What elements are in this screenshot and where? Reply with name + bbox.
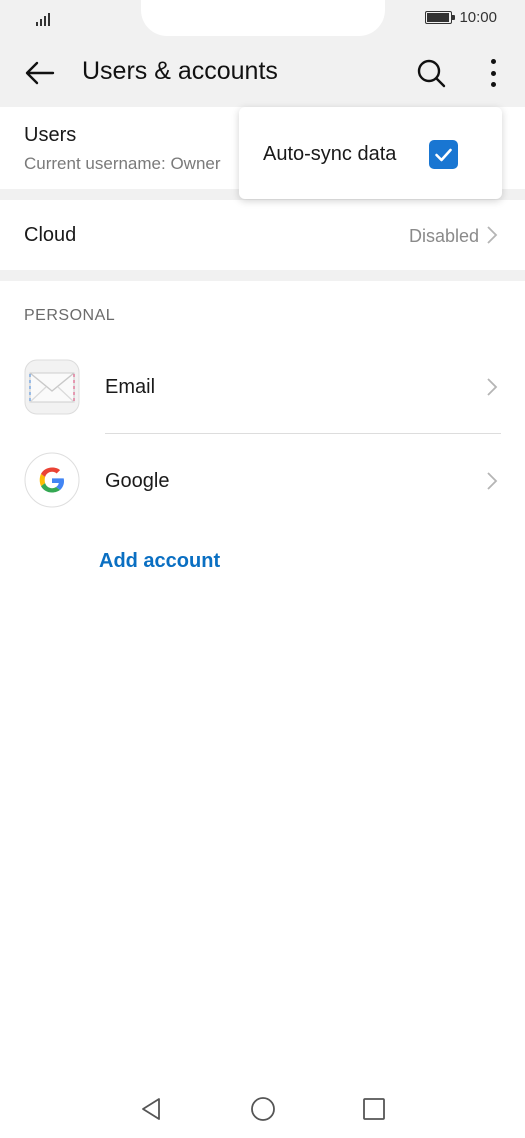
email-envelope-icon <box>24 359 80 415</box>
section-divider <box>0 270 525 281</box>
arrow-back-icon <box>25 61 55 85</box>
back-button[interactable] <box>22 55 58 91</box>
account-name-google: Google <box>105 470 170 492</box>
app-bar: Users & accounts <box>0 37 525 107</box>
nav-recents-button[interactable] <box>359 1094 389 1124</box>
nav-home-button[interactable] <box>248 1094 278 1124</box>
overflow-menu: Auto-sync data <box>239 107 502 199</box>
google-g-icon <box>24 452 80 508</box>
status-right: 10:00 <box>425 9 497 26</box>
search-button[interactable] <box>414 56 448 90</box>
nav-home-icon <box>251 1097 275 1121</box>
account-name-email: Email <box>105 376 156 398</box>
more-vert-icon <box>490 59 496 64</box>
screen-notch <box>141 0 385 36</box>
nav-back-button[interactable] <box>137 1094 167 1124</box>
users-subtitle: Current username: Owner <box>24 154 221 173</box>
add-account-button[interactable]: Add account <box>99 550 220 573</box>
account-row-google[interactable]: Google <box>0 434 525 526</box>
search-icon <box>417 59 446 88</box>
cloud-row[interactable]: Cloud Disabled <box>0 200 525 270</box>
status-time: 10:00 <box>459 9 497 26</box>
account-row-email[interactable]: Email <box>0 341 525 433</box>
auto-sync-label[interactable]: Auto-sync data <box>263 143 396 166</box>
status-bar: 10:00 <box>0 0 525 37</box>
cloud-label: Cloud <box>24 224 77 246</box>
users-label: Users <box>24 124 77 146</box>
battery-icon <box>425 11 456 24</box>
more-options-button[interactable] <box>480 55 506 91</box>
cloud-status: Disabled <box>408 226 479 246</box>
auto-sync-checkbox[interactable] <box>429 140 458 169</box>
section-header-personal: PERSONAL <box>24 307 116 324</box>
chevron-right-icon <box>487 226 498 244</box>
signal-icon <box>36 10 56 26</box>
page-title: Users & accounts <box>82 57 278 85</box>
nav-recents-icon <box>363 1098 385 1120</box>
system-nav-bar <box>0 1080 525 1138</box>
chevron-right-icon <box>487 472 498 490</box>
chevron-right-icon <box>487 378 498 396</box>
nav-back-icon <box>142 1098 160 1120</box>
checkmark-icon <box>435 148 452 162</box>
